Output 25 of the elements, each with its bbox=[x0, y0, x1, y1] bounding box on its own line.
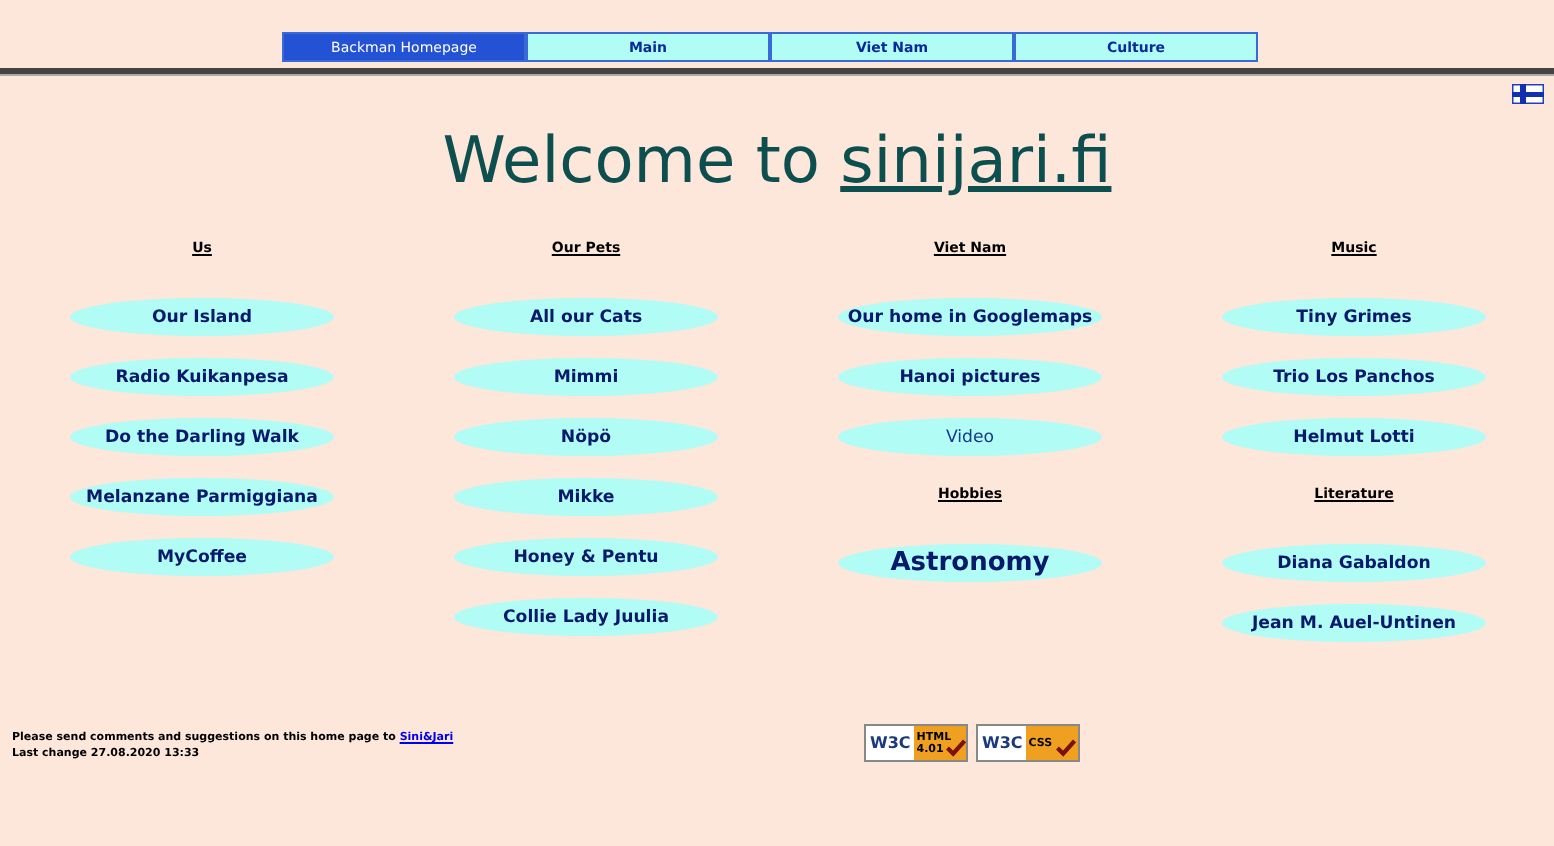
link-button[interactable]: Mikke bbox=[454, 478, 718, 516]
link-button[interactable]: Astronomy bbox=[838, 544, 1102, 582]
link-button[interactable]: Mimmi bbox=[454, 358, 718, 396]
link-button[interactable]: Diana Gabaldon bbox=[1222, 544, 1486, 582]
link-button[interactable]: Do the Darling Walk bbox=[70, 418, 334, 456]
link-button[interactable]: Hanoi pictures bbox=[838, 358, 1102, 396]
link-button[interactable]: Collie Lady Juulia bbox=[454, 598, 718, 636]
link-button[interactable]: Our home in Googlemaps bbox=[838, 298, 1102, 336]
link-button[interactable]: MyCoffee bbox=[70, 538, 334, 576]
checkmark-icon bbox=[946, 738, 967, 758]
welcome-title: Welcome to bbox=[442, 122, 822, 198]
link-button[interactable]: Jean M. Auel-Untinen bbox=[1222, 604, 1486, 642]
site-link[interactable]: sinijari.fi bbox=[840, 122, 1112, 198]
link-button[interactable]: Melanzane Parmiggiana bbox=[70, 478, 334, 516]
link-button[interactable]: Video bbox=[838, 418, 1102, 456]
link-button[interactable]: Nöpö bbox=[454, 418, 718, 456]
link-button[interactable]: Tiny Grimes bbox=[1222, 298, 1486, 336]
link-button[interactable]: Our Island bbox=[70, 298, 334, 336]
link-button[interactable]: All our Cats bbox=[454, 298, 718, 336]
checkmark-icon bbox=[1056, 738, 1076, 758]
link-button[interactable]: Trio Los Panchos bbox=[1222, 358, 1486, 396]
link-button[interactable]: Helmut Lotti bbox=[1222, 418, 1486, 456]
link-button[interactable]: Radio Kuikanpesa bbox=[70, 358, 334, 396]
flag-icon[interactable] bbox=[1512, 84, 1544, 104]
link-button[interactable]: Honey & Pentu bbox=[454, 538, 718, 576]
